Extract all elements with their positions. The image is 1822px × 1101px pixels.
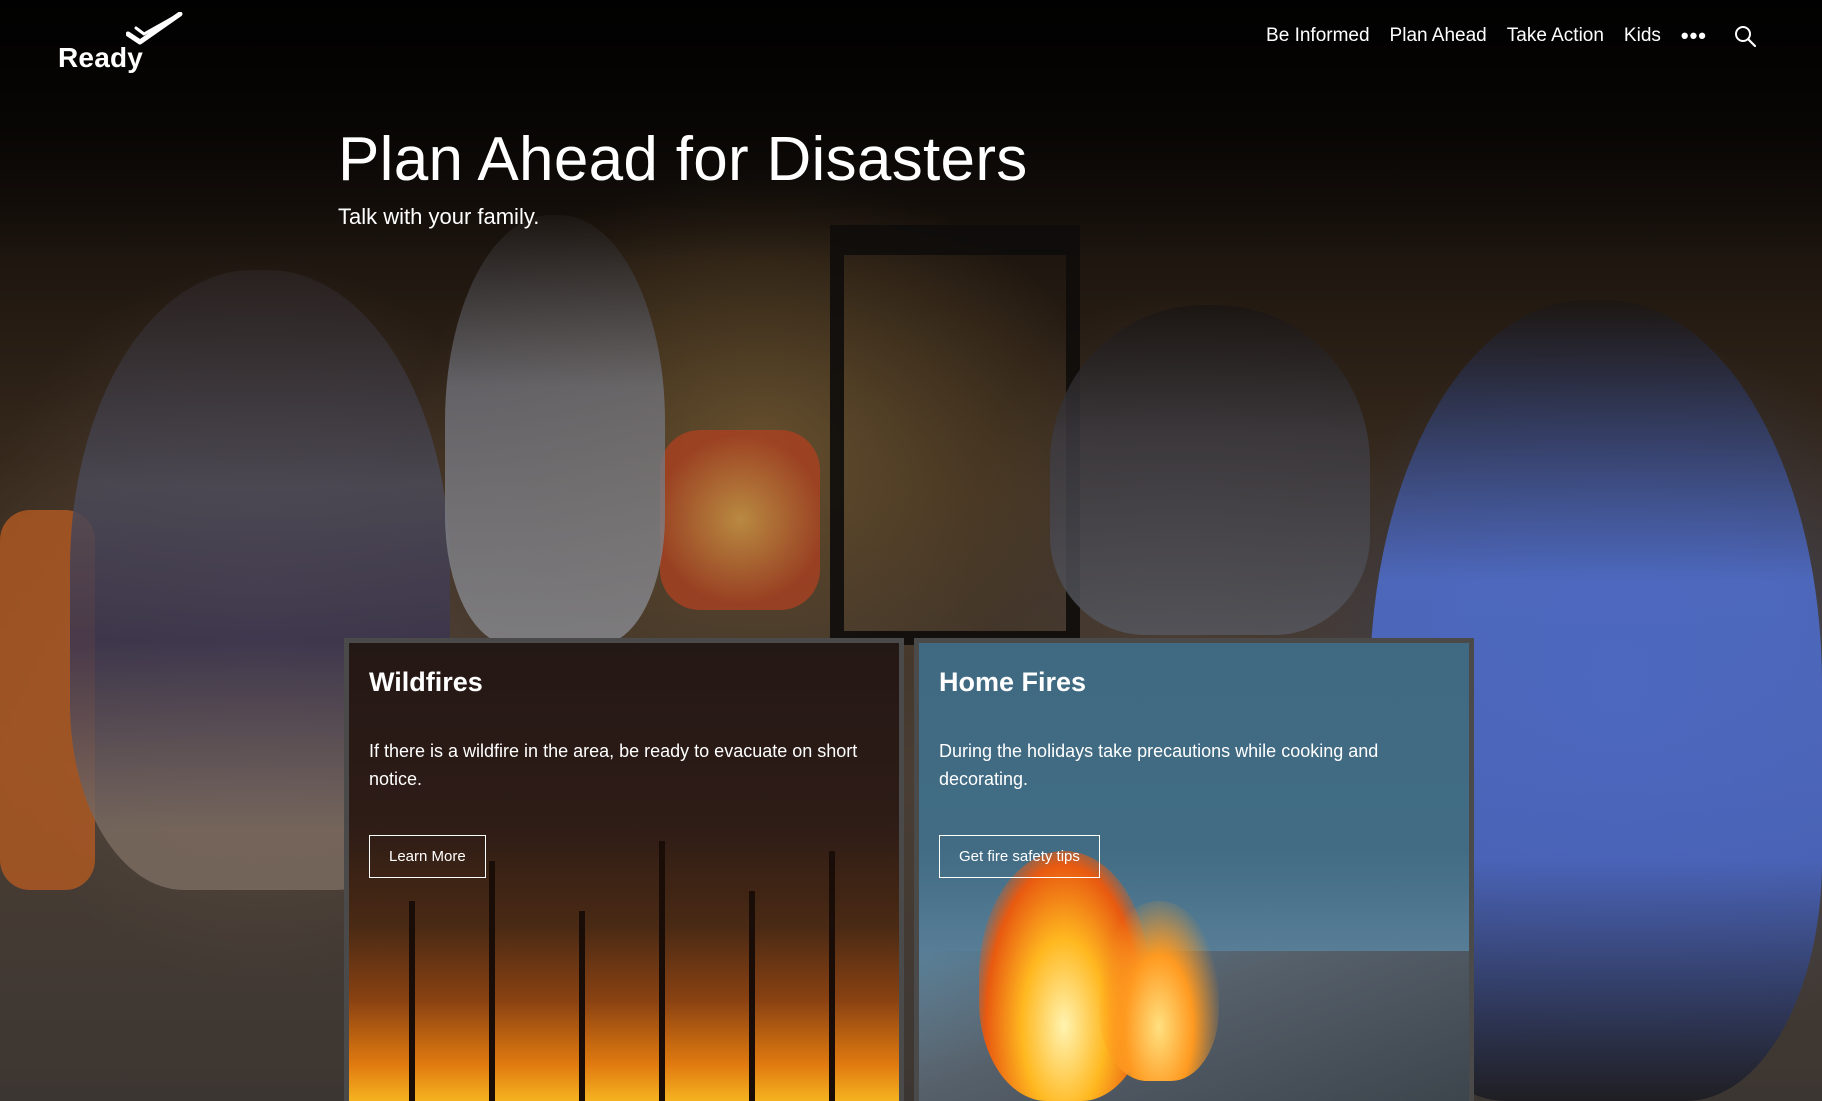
tree-silhouette [409,901,415,1101]
tree-silhouette [659,841,665,1101]
more-icon[interactable]: ••• [1681,25,1707,47]
ready-checkmark-icon [126,12,183,45]
site-header: Ready Be Informed Plan Ahead Take Action… [0,0,1822,80]
daughter-figure [445,215,665,645]
nav-plan-ahead[interactable]: Plan Ahead [1390,25,1487,47]
nav-kids[interactable]: Kids [1624,25,1661,47]
card-title: Home Fires [939,667,1087,697]
tree-silhouette [829,851,835,1101]
tree-silhouette [579,911,585,1101]
fire-image [1099,901,1219,1081]
ready-logo-link[interactable]: Ready [56,12,186,78]
page-title: Plan Ahead for Disasters [338,125,1028,194]
nav-take-action[interactable]: Take Action [1507,25,1604,47]
get-fire-safety-tips-button[interactable]: Get fire safety tips [939,835,1100,878]
main-nav: Be Informed Plan Ahead Take Action Kids … [1246,20,1757,52]
search-icon[interactable] [1733,24,1757,48]
logo-text: Ready [58,42,144,73]
nav-be-informed[interactable]: Be Informed [1266,25,1370,47]
page-subtitle: Talk with your family. [338,204,540,229]
card-text: If there is a wildfire in the area, be r… [369,741,858,789]
home-fires-card: Home Fires During the holidays take prec… [914,638,1474,1101]
tree-silhouette [489,861,495,1101]
tree-silhouette [749,891,755,1101]
card-title: Wildfires [369,667,483,697]
son-figure [1050,305,1370,635]
learn-more-button[interactable]: Learn More [369,835,486,878]
side-table [830,225,1080,645]
paisley-pillow [660,430,820,610]
card-text: During the holidays take precautions whi… [939,741,1379,789]
wildfires-card: Wildfires If there is a wildfire in the … [344,638,904,1101]
